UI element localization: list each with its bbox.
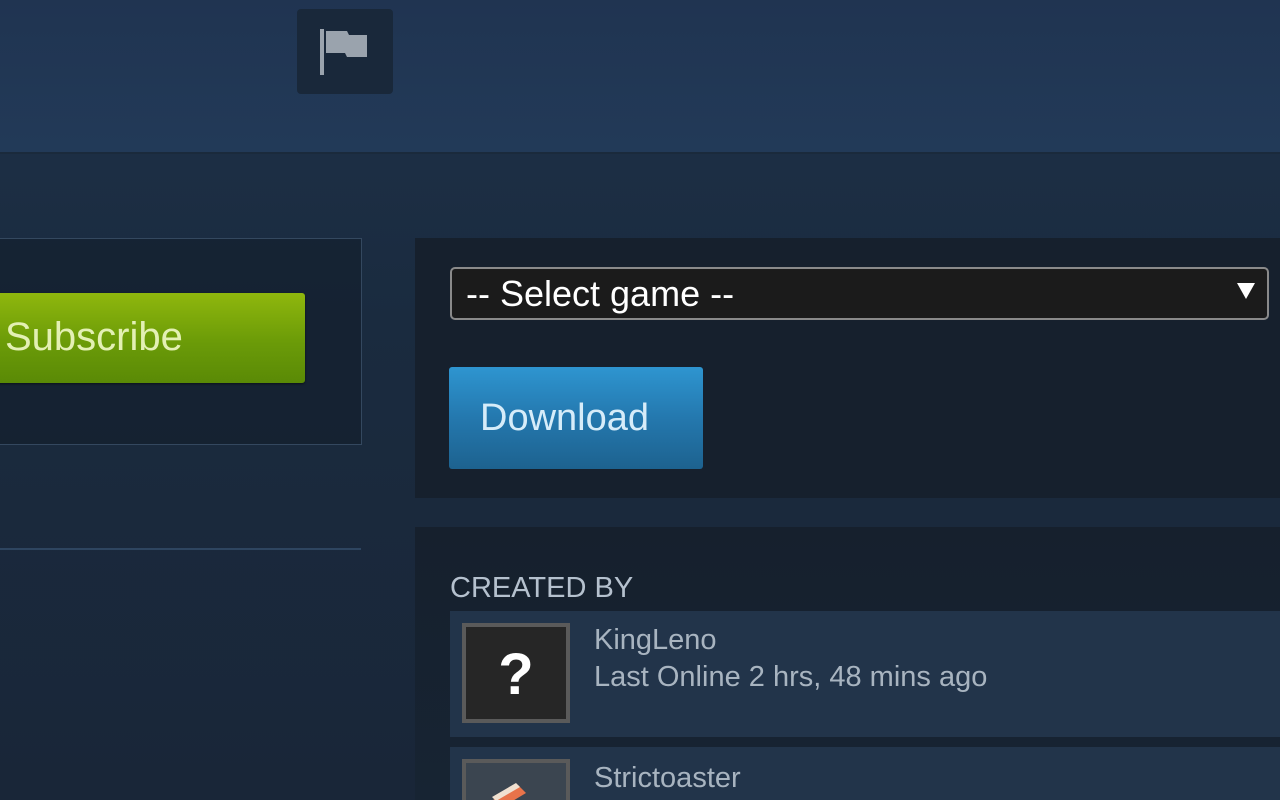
report-flag-button[interactable] xyxy=(297,9,393,94)
header-band xyxy=(0,0,1280,154)
user-avatar-icon[interactable] xyxy=(462,759,570,800)
author-row[interactable]: ? KingLeno Last Online 2 hrs, 48 mins ag… xyxy=(450,611,1280,737)
question-mark-avatar-icon[interactable]: ? xyxy=(462,623,570,723)
author-status: Last Online 2 hrs, 48 mins ago xyxy=(594,661,988,693)
author-row[interactable]: Strictoaster xyxy=(450,747,1280,800)
workshop-item-page: Subscribe -- Select game -- Download CRE… xyxy=(0,0,1280,800)
avatar-image xyxy=(466,763,566,800)
created-by-heading: CREATED BY xyxy=(450,572,634,604)
download-label: Download xyxy=(480,397,649,439)
game-select-dropdown[interactable]: -- Select game -- xyxy=(450,267,1269,320)
author-name[interactable]: Strictoaster xyxy=(594,761,741,795)
author-name[interactable]: KingLeno xyxy=(594,623,717,657)
subscribe-button[interactable]: Subscribe xyxy=(0,293,305,383)
download-button[interactable]: Download xyxy=(449,367,703,469)
game-select-value: -- Select game -- xyxy=(466,273,735,314)
left-divider xyxy=(0,548,361,550)
question-mark-glyph: ? xyxy=(498,642,534,707)
flag-icon xyxy=(320,29,367,75)
subscribe-label: Subscribe xyxy=(5,315,183,359)
dropdown-arrow-icon xyxy=(1237,283,1255,299)
